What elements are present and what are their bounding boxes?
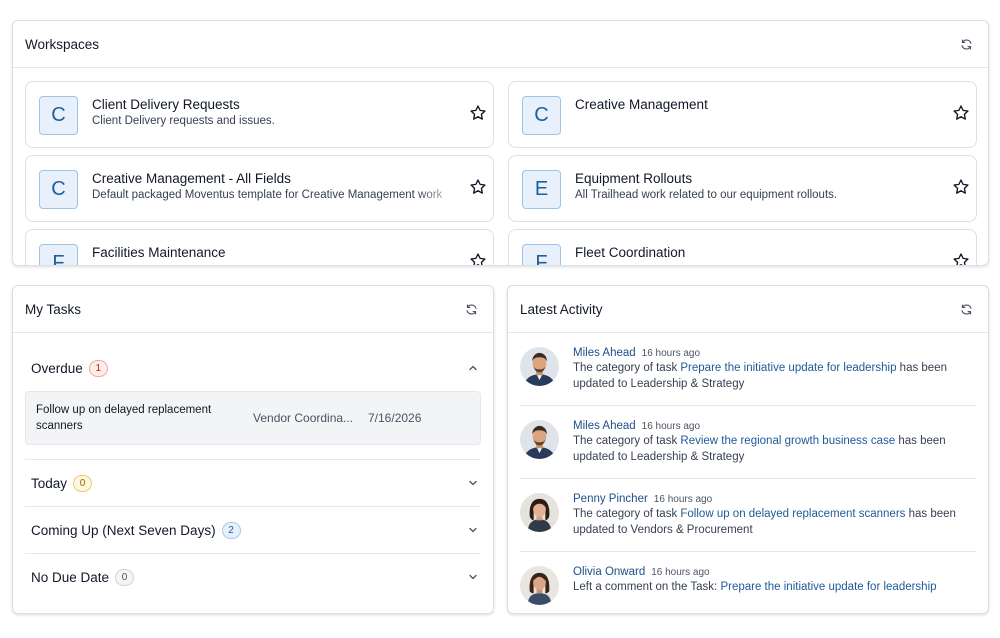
workspace-card-equipment-rollouts[interactable]: E Equipment Rollouts All Trailhead work … xyxy=(508,155,977,222)
my-tasks-title: My Tasks xyxy=(25,301,82,317)
workspace-name: Fleet Coordination xyxy=(575,245,686,260)
task-section-overdue: Overdue 1 Follow up on delayed replaceme… xyxy=(25,345,481,460)
activity-user-link[interactable]: Miles Ahead xyxy=(573,420,636,432)
activity-task-link[interactable]: Prepare the initiative update for leader… xyxy=(680,362,896,374)
workspace-avatar: F xyxy=(522,244,561,265)
activity-text-pre: The category of task xyxy=(573,435,681,447)
section-label: No Due Date xyxy=(31,569,110,585)
workspace-card-client-delivery[interactable]: C Client Delivery Requests Client Delive… xyxy=(25,81,494,148)
activity-item: Miles Ahead 16 hours ago The category of… xyxy=(520,406,976,479)
my-tasks-header: My Tasks xyxy=(13,286,493,333)
workspace-card-fleet-coordination[interactable]: F Fleet Coordination xyxy=(508,229,977,266)
workspaces-header: Workspaces xyxy=(13,21,988,68)
activity-timestamp: 16 hours ago xyxy=(651,567,710,578)
activity-user-link[interactable]: Miles Ahead xyxy=(573,347,636,359)
my-tasks-panel: My Tasks Overdue 1 Follow up on delayed … xyxy=(12,285,494,614)
workspaces-refresh-icon[interactable] xyxy=(958,36,974,52)
task-section-coming-up: Coming Up (Next Seven Days) 2 xyxy=(25,507,481,554)
activity-text: The category of task Prepare the initiat… xyxy=(573,360,976,392)
workspace-description: All Trailhead work related to our equipm… xyxy=(575,189,838,201)
section-label: Overdue xyxy=(31,360,83,376)
favorite-star-icon[interactable] xyxy=(469,252,487,266)
activity-item: Olivia Onward 16 hours ago Left a commen… xyxy=(520,552,976,614)
favorite-star-icon[interactable] xyxy=(952,178,970,196)
favorite-star-icon[interactable] xyxy=(469,104,487,122)
count-badge: 2 xyxy=(221,521,241,539)
activity-item: Penny Pincher 16 hours ago The category … xyxy=(520,479,976,552)
workspace-avatar: C xyxy=(39,96,78,135)
workspace-avatar: F xyxy=(39,244,78,265)
activity-timestamp: 16 hours ago xyxy=(641,421,701,432)
activity-task-link[interactable]: Review the regional growth business case xyxy=(680,435,895,447)
workspaces-list[interactable]: C Client Delivery Requests Client Delive… xyxy=(13,68,988,266)
activity-user-link[interactable]: Olivia Onward xyxy=(573,566,645,578)
section-toggle-no-due-date[interactable]: No Due Date 0 xyxy=(25,554,481,600)
avatar xyxy=(520,493,559,532)
latest-activity-title: Latest Activity xyxy=(520,301,603,317)
task-section-no-due-date: No Due Date 0 xyxy=(25,554,481,600)
workspaces-panel: Workspaces C Client Delivery Requests Cl… xyxy=(12,20,989,266)
activity-text-pre: Left a comment on the Task: xyxy=(573,581,721,593)
workspace-description: Default packaged Moventus template for C… xyxy=(92,189,443,201)
workspace-name: Facilities Maintenance xyxy=(92,245,226,260)
activity-text: Left a comment on the Task: Prepare the … xyxy=(573,579,976,595)
workspace-name: Equipment Rollouts xyxy=(575,171,693,186)
activity-timestamp: 16 hours ago xyxy=(653,494,713,505)
activity-timestamp: 16 hours ago xyxy=(641,348,701,359)
section-toggle-today[interactable]: Today 0 xyxy=(25,460,481,506)
task-section-today: Today 0 xyxy=(25,460,481,507)
section-toggle-overdue[interactable]: Overdue 1 xyxy=(25,345,481,391)
workspace-name: Creative Management xyxy=(575,97,708,112)
latest-activity-panel: Latest Activity Miles Ahead 16 hours ago… xyxy=(507,285,989,614)
latest-activity-header: Latest Activity xyxy=(508,286,988,333)
count-badge: 0 xyxy=(115,568,135,586)
count-badge: 1 xyxy=(88,359,108,377)
activity-text: The category of task Review the regional… xyxy=(573,433,976,465)
chevron-down-icon[interactable] xyxy=(467,524,479,536)
favorite-star-icon[interactable] xyxy=(952,104,970,122)
section-toggle-coming-up[interactable]: Coming Up (Next Seven Days) 2 xyxy=(25,507,481,553)
workspace-card-creative-management-all-fields[interactable]: C Creative Management - All Fields Defau… xyxy=(25,155,494,222)
chevron-down-icon[interactable] xyxy=(467,477,479,489)
workspace-card-facilities-maintenance[interactable]: F Facilities Maintenance xyxy=(25,229,494,266)
workspace-name: Creative Management - All Fields xyxy=(92,171,291,186)
chevron-up-icon[interactable] xyxy=(467,362,479,374)
activity-refresh-icon[interactable] xyxy=(958,301,974,317)
task-due-date: 7/16/2026 xyxy=(368,411,422,425)
count-badge: 0 xyxy=(73,474,93,492)
chevron-down-icon[interactable] xyxy=(467,571,479,583)
activity-item: Miles Ahead 16 hours ago The category of… xyxy=(520,333,976,406)
avatar xyxy=(520,347,559,386)
activity-task-link[interactable]: Follow up on delayed replacement scanner… xyxy=(680,508,905,520)
workspace-name: Client Delivery Requests xyxy=(92,97,240,112)
activity-text-pre: The category of task xyxy=(573,508,681,520)
workspace-description: Client Delivery requests and issues. xyxy=(92,115,275,127)
avatar xyxy=(520,566,559,605)
section-label: Coming Up (Next Seven Days) xyxy=(31,522,216,538)
task-row[interactable]: Follow up on delayed replacement scanner… xyxy=(25,391,481,445)
workspaces-title: Workspaces xyxy=(25,36,100,52)
activity-user-link[interactable]: Penny Pincher xyxy=(573,493,648,505)
section-label: Today xyxy=(31,475,68,491)
task-name: Follow up on delayed replacement scanner… xyxy=(36,404,212,432)
favorite-star-icon[interactable] xyxy=(952,252,970,266)
activity-list[interactable]: Miles Ahead 16 hours ago The category of… xyxy=(508,333,988,614)
avatar xyxy=(520,420,559,459)
workspace-avatar: C xyxy=(522,96,561,135)
workspace-avatar: C xyxy=(39,170,78,209)
favorite-star-icon[interactable] xyxy=(469,178,487,196)
activity-text-pre: The category of task xyxy=(573,362,681,374)
activity-task-link[interactable]: Prepare the initiative update for leader… xyxy=(720,581,936,593)
activity-text: The category of task Follow up on delaye… xyxy=(573,506,976,538)
workspace-avatar: E xyxy=(522,170,561,209)
task-workspace: Vendor Coordina... xyxy=(253,411,354,425)
workspace-card-creative-management[interactable]: C Creative Management xyxy=(508,81,977,148)
my-tasks-refresh-icon[interactable] xyxy=(463,301,479,317)
